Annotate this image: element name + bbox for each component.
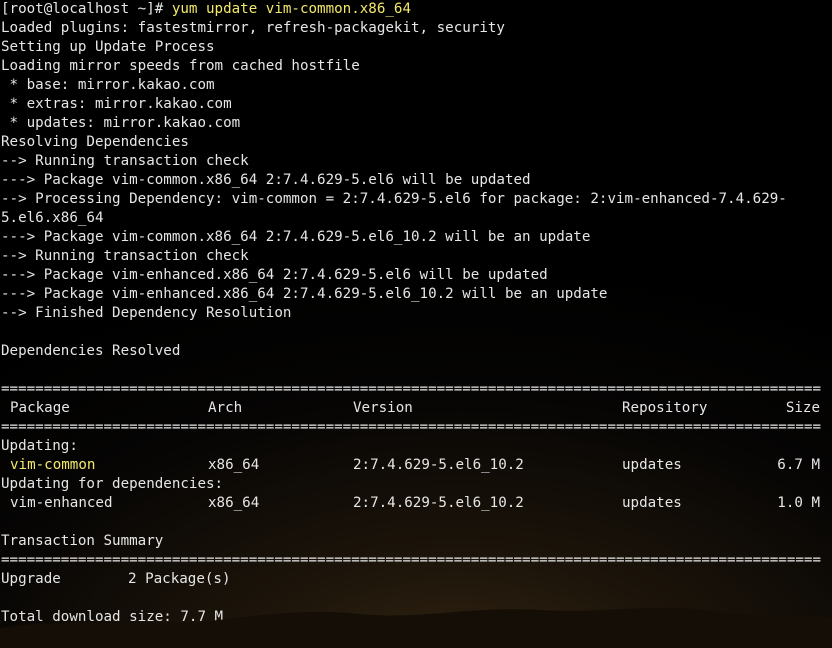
output-line: * extras: mirror.kakao.com xyxy=(1,96,232,112)
output-line: --> Running transaction check xyxy=(1,153,249,169)
row-arch: x86_64 xyxy=(208,495,260,511)
table-header-row: Package Arch Version Repository Size xyxy=(1,399,832,418)
output-line: ---> Package vim-common.x86_64 2:7.4.629… xyxy=(1,229,591,245)
command-text: yum update vim-common.x86_64 xyxy=(171,1,412,17)
row-size: 6.7 M xyxy=(777,457,820,473)
header-package: Package xyxy=(10,400,70,416)
output-line: Setting up Update Process xyxy=(1,39,215,55)
section-updating: Updating: xyxy=(1,438,78,454)
row-size: 1.0 M xyxy=(777,495,820,511)
output-line: ---> Package vim-enhanced.x86_64 2:7.4.6… xyxy=(1,267,548,283)
header-size: Size xyxy=(785,400,820,416)
output-line: --> Running transaction check xyxy=(1,248,249,264)
summary-title: Transaction Summary xyxy=(1,533,164,549)
upgrade-label: Upgrade xyxy=(1,571,61,587)
separator-line: ========================================… xyxy=(1,381,821,397)
command-line: [root@localhost ~]# yum update vim-commo… xyxy=(1,0,832,19)
output-line: --> Processing Dependency: vim-common = … xyxy=(1,191,787,207)
shell-prompt: [root@localhost ~]# xyxy=(1,1,164,17)
output-line: ---> Package vim-enhanced.x86_64 2:7.4.6… xyxy=(1,286,608,302)
confirm-prompt[interactable]: Is this ok [y/N]: y xyxy=(1,627,832,646)
row-package: vim-common xyxy=(10,457,96,473)
output-line: Loading mirror speeds from cached hostfi… xyxy=(1,58,360,74)
output-block: Loaded plugins: fastestmirror, refresh-p… xyxy=(1,19,832,380)
header-version: Version xyxy=(353,400,413,416)
output-line: * base: mirror.kakao.com xyxy=(1,77,215,93)
output-line: Loaded plugins: fastestmirror, refresh-p… xyxy=(1,20,505,36)
upgrade-value: 2 Package(s) xyxy=(128,571,231,587)
row-repository: updates xyxy=(622,457,682,473)
row-version: 2:7.4.629-5.el6_10.2 xyxy=(353,495,524,511)
output-line: * updates: mirror.kakao.com xyxy=(1,115,241,131)
row-package: vim-enhanced xyxy=(10,495,113,511)
row-repository: updates xyxy=(622,495,682,511)
output-line: Resolving Dependencies xyxy=(1,134,189,150)
separator-line: ========================================… xyxy=(1,552,821,568)
row-version: 2:7.4.629-5.el6_10.2 xyxy=(353,457,524,473)
output-line: --> Finished Dependency Resolution xyxy=(1,305,292,321)
section-dependencies: Updating for dependencies: xyxy=(1,476,224,492)
output-line: Dependencies Resolved xyxy=(1,343,181,359)
table-row: vim-common x86_64 2:7.4.629-5.el6_10.2 u… xyxy=(1,456,832,475)
output-line: ---> Package vim-common.x86_64 2:7.4.629… xyxy=(1,172,531,188)
separator-line: ========================================… xyxy=(1,419,821,435)
terminal-window[interactable]: [root@localhost ~]# yum update vim-commo… xyxy=(0,0,832,648)
header-arch: Arch xyxy=(208,400,243,416)
header-repository: Repository xyxy=(622,400,708,416)
total-download-size: Total download size: 7.7 M xyxy=(1,609,224,625)
row-arch: x86_64 xyxy=(208,457,260,473)
output-line: 5.el6.x86_64 xyxy=(1,210,104,226)
table-row: vim-enhanced x86_64 2:7.4.629-5.el6_10.2… xyxy=(1,494,832,513)
upgrade-row: Upgrade 2 Package(s) xyxy=(1,570,832,589)
